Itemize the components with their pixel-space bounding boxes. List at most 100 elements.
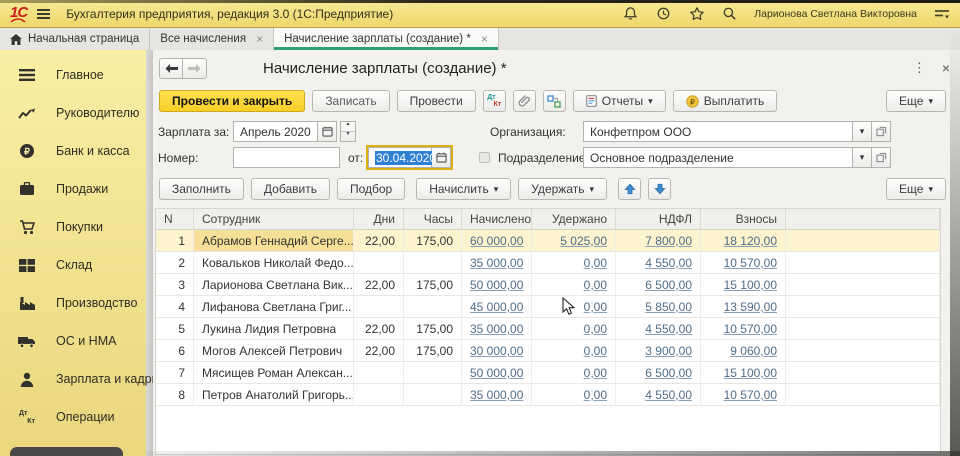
- amount-link[interactable]: 0,00: [584, 366, 607, 380]
- amount-link[interactable]: 35 000,00: [470, 322, 523, 336]
- amount-link[interactable]: 30 000,00: [470, 344, 523, 358]
- amount-link[interactable]: 0,00: [584, 344, 607, 358]
- attachments-button[interactable]: [513, 90, 536, 112]
- sidebar-item-pokupki[interactable]: Покупки: [0, 208, 146, 246]
- current-user-name[interactable]: Ларионова Светлана Викторовна: [754, 8, 917, 20]
- pay-button[interactable]: ₽ Выплатить: [673, 90, 778, 112]
- sidebar-item-prodazhi[interactable]: Продажи: [0, 170, 146, 208]
- column-header[interactable]: Удержано: [532, 209, 616, 229]
- amount-link[interactable]: 0,00: [584, 278, 607, 292]
- move-down-button[interactable]: [648, 178, 671, 200]
- sidebar-item-rukovoditelyu[interactable]: Руководителю: [0, 94, 146, 132]
- more-menu-kebab-icon[interactable]: ⋮: [913, 60, 926, 76]
- sidebar-item-proizvodstvo[interactable]: Производство: [0, 284, 146, 322]
- tab-close-icon[interactable]: ×: [256, 32, 263, 46]
- table-row[interactable]: 6Могов Алексей Петрович22,00175,0030 000…: [156, 340, 940, 362]
- chevron-down-icon[interactable]: ▾: [853, 147, 872, 168]
- move-up-button[interactable]: [618, 178, 641, 200]
- amount-link[interactable]: 3 900,00: [645, 344, 692, 358]
- amount-link[interactable]: 13 590,00: [724, 300, 777, 314]
- table-row[interactable]: 2Ковальков Николай Федо...35 000,000,004…: [156, 252, 940, 274]
- column-header[interactable]: Часы: [404, 209, 462, 229]
- date-input[interactable]: 30.04.2020: [368, 147, 432, 168]
- open-link-icon[interactable]: [872, 147, 891, 168]
- toolbar-more-button[interactable]: Еще▾: [886, 90, 946, 112]
- calendar-icon[interactable]: [318, 121, 337, 142]
- service-settings-icon[interactable]: [933, 5, 950, 22]
- post-button[interactable]: Провести: [397, 90, 476, 112]
- amount-link[interactable]: 10 570,00: [724, 322, 777, 336]
- amount-link[interactable]: 0,00: [584, 322, 607, 336]
- column-header[interactable]: Взносы: [701, 209, 786, 229]
- main-menu-icon[interactable]: [37, 9, 50, 19]
- amount-link[interactable]: 9 060,00: [730, 344, 777, 358]
- pick-button[interactable]: Подбор: [337, 178, 405, 200]
- amount-link[interactable]: 5 850,00: [645, 300, 692, 314]
- department-input[interactable]: Основное подразделение: [583, 147, 853, 168]
- withhold-button[interactable]: Удержать▾: [518, 178, 607, 200]
- column-header[interactable]: Сотрудник: [194, 209, 354, 229]
- amount-link[interactable]: 18 120,00: [724, 234, 777, 248]
- reports-button[interactable]: Отчеты▾: [573, 90, 666, 112]
- amount-link[interactable]: 0,00: [584, 256, 607, 270]
- number-input[interactable]: [233, 147, 340, 168]
- column-header[interactable]: Начислено: [462, 209, 532, 229]
- history-icon[interactable]: [655, 5, 672, 22]
- tab-close-icon[interactable]: ×: [481, 32, 488, 46]
- related-documents-button[interactable]: [543, 90, 566, 112]
- nav-back-button[interactable]: [159, 58, 183, 79]
- amount-link[interactable]: 5 025,00: [560, 234, 607, 248]
- open-link-icon[interactable]: [872, 121, 891, 142]
- form-close-icon[interactable]: ×: [942, 60, 950, 76]
- search-icon[interactable]: [721, 5, 738, 22]
- amount-link[interactable]: 6 500,00: [645, 278, 692, 292]
- month-stepper[interactable]: ▴▾: [340, 121, 356, 142]
- amount-link[interactable]: 35 000,00: [470, 388, 523, 402]
- table-row[interactable]: 4Лифанова Светлана Григ...45 000,000,005…: [156, 296, 940, 318]
- chevron-down-icon[interactable]: ▾: [853, 121, 872, 142]
- dtkt-postings-button[interactable]: ДтКт: [483, 90, 506, 112]
- column-header[interactable]: N: [156, 209, 194, 229]
- organization-input[interactable]: Конфетпром ООО: [583, 121, 853, 142]
- fill-button[interactable]: Заполнить: [159, 178, 244, 200]
- tab-payroll-accrual[interactable]: Начисление зарплаты (создание) * ×: [274, 28, 499, 50]
- amount-link[interactable]: 0,00: [584, 300, 607, 314]
- notifications-bell-icon[interactable]: [622, 5, 639, 22]
- sidebar-item-zarplata-kadry[interactable]: Зарплата и кадры: [0, 360, 146, 398]
- sidebar-item-bank-kassa[interactable]: ₽ Банк и касса: [0, 132, 146, 170]
- table-row[interactable]: 3Ларионова Светлана Вик...22,00175,0050 …: [156, 274, 940, 296]
- tab-home[interactable]: Начальная страница: [0, 28, 150, 50]
- tab-all-accruals[interactable]: Все начисления ×: [150, 28, 274, 50]
- amount-link[interactable]: 10 570,00: [724, 388, 777, 402]
- amount-link[interactable]: 15 100,00: [724, 278, 777, 292]
- add-button[interactable]: Добавить: [251, 178, 330, 200]
- favorites-star-icon[interactable]: [688, 5, 705, 22]
- amount-link[interactable]: 60 000,00: [470, 234, 523, 248]
- amount-link[interactable]: 6 500,00: [645, 366, 692, 380]
- table-row[interactable]: 8Петров Анатолий Григорь...35 000,000,00…: [156, 384, 940, 406]
- table-row[interactable]: 5Лукина Лидия Петровна22,00175,0035 000,…: [156, 318, 940, 340]
- amount-link[interactable]: 10 570,00: [724, 256, 777, 270]
- post-and-close-button[interactable]: Провести и закрыть: [159, 90, 305, 112]
- column-header[interactable]: Дни: [354, 209, 404, 229]
- table-row[interactable]: 7Мясищев Роман Алексан...50 000,000,006 …: [156, 362, 940, 384]
- save-button[interactable]: Записать: [312, 90, 389, 112]
- sidebar-item-os-nma[interactable]: ОС и НМА: [0, 322, 146, 360]
- amount-link[interactable]: 4 550,00: [645, 322, 692, 336]
- accrue-button[interactable]: Начислить▾: [416, 178, 511, 200]
- sidebar-item-sklad[interactable]: Склад: [0, 246, 146, 284]
- amount-link[interactable]: 4 550,00: [645, 256, 692, 270]
- amount-link[interactable]: 15 100,00: [724, 366, 777, 380]
- sidebar-scroll-strip[interactable]: [146, 50, 153, 456]
- amount-link[interactable]: 4 550,00: [645, 388, 692, 402]
- table-row[interactable]: 1Абрамов Геннадий Серге...22,00175,0060 …: [156, 230, 940, 252]
- sidebar-item-operacii[interactable]: ДтКт Операции: [0, 398, 146, 436]
- salary-month-input[interactable]: Апрель 2020: [233, 121, 318, 142]
- sidebar-item-glavnoe[interactable]: Главное: [0, 56, 146, 94]
- amount-link[interactable]: 45 000,00: [470, 300, 523, 314]
- sidebar-hover-item[interactable]: [10, 447, 123, 456]
- amount-link[interactable]: 35 000,00: [470, 256, 523, 270]
- amount-link[interactable]: 0,00: [584, 388, 607, 402]
- table-more-button[interactable]: Еще▾: [886, 178, 946, 200]
- amount-link[interactable]: 50 000,00: [470, 366, 523, 380]
